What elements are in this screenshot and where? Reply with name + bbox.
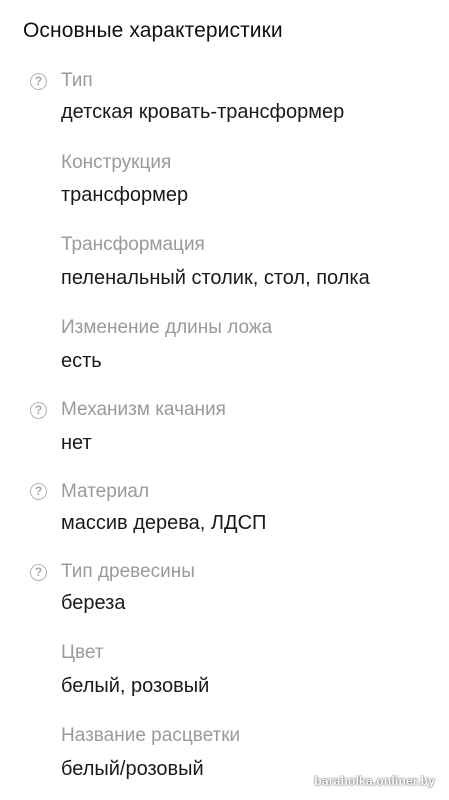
spec-value: трансформер xyxy=(61,184,189,206)
spec-value: есть xyxy=(61,350,102,372)
spec-value: пеленальный столик, стол, полка xyxy=(61,267,370,289)
spec-value: нет xyxy=(61,432,92,454)
spec-label: Цвет xyxy=(61,642,104,663)
spec-value: береза xyxy=(61,592,126,614)
spec-value: белый, розовый xyxy=(61,675,210,697)
spec-label: Тип древесины xyxy=(61,561,195,582)
help-circle-icon[interactable]: ? xyxy=(30,73,47,90)
spec-label: Тип xyxy=(61,70,93,91)
help-circle-icon[interactable]: ? xyxy=(30,483,47,500)
spec-value: массив дерева, ЛДСП xyxy=(61,512,267,534)
watermark: baraholka.onliner.by xyxy=(314,774,435,788)
spec-label: Материал xyxy=(61,481,150,502)
spec-value: белый/розовый xyxy=(61,758,204,780)
spec-label: Механизм качания xyxy=(61,399,226,420)
help-circle-icon[interactable]: ? xyxy=(30,564,47,581)
spec-label: Конструкция xyxy=(61,152,172,173)
spec-label: Изменение длины ложа xyxy=(61,317,273,338)
section-title: Основные характеристики xyxy=(23,19,283,42)
help-circle-icon[interactable]: ? xyxy=(30,402,47,419)
spec-value: детская кровать-трансформер xyxy=(61,101,345,123)
spec-label: Название расцветки xyxy=(61,725,241,746)
spec-label: Трансформация xyxy=(61,234,205,255)
